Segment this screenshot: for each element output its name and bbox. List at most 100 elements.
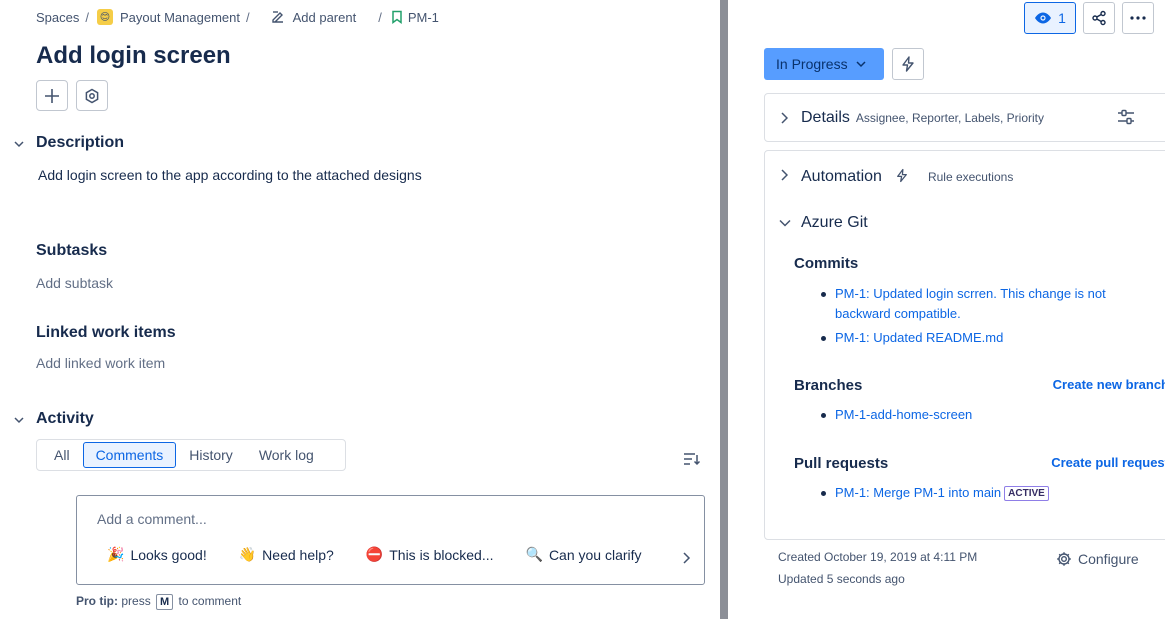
configure-button[interactable]: Configure (1056, 551, 1139, 567)
more-actions-button[interactable] (1122, 2, 1154, 34)
chevron-right-icon[interactable] (780, 169, 788, 181)
project-avatar-icon: 😊 (97, 9, 113, 25)
status-dropdown[interactable]: In Progress (764, 48, 884, 80)
automation-header[interactable]: Automation Rule executions (801, 166, 1013, 186)
lightning-icon (897, 168, 907, 183)
quick-replies: 🎉 Looks good! 👋 Need help? ⛔ This is blo… (107, 546, 674, 563)
waving-hand-icon: 👋 (238, 546, 257, 562)
azure-git-heading: Azure Git (801, 214, 868, 231)
configure-label: Configure (1078, 551, 1139, 567)
hexagon-icon (85, 88, 99, 103)
chevron-right-icon[interactable] (780, 112, 788, 124)
bookmark-icon (392, 10, 402, 24)
automation-actions-button[interactable] (892, 48, 924, 80)
automation-subtitle: Rule executions (927, 170, 1014, 184)
breadcrumb-project-label: Payout Management (120, 9, 240, 25)
subtasks-heading: Subtasks (36, 242, 108, 259)
watch-count: 1 (1058, 10, 1066, 26)
breadcrumb-separator: / (85, 9, 89, 25)
breadcrumb-spaces[interactable]: Spaces (36, 10, 79, 25)
quick-reply-label: Can you clarify (548, 546, 642, 563)
branches-list: PM-1-add-home-screen (821, 405, 1155, 425)
details-subtitle: Assignee, Reporter, Labels, Priority (855, 111, 1044, 125)
breadcrumb-separator: / (245, 9, 250, 25)
breadcrumb-add-parent[interactable]: Add parent (270, 9, 357, 25)
settings-sliders-icon[interactable] (1117, 109, 1135, 125)
breadcrumb-project[interactable]: 😊 Payout Management (97, 9, 240, 25)
details-panel[interactable]: Details Assignee, Reporter, Labels, Prio… (764, 93, 1165, 142)
create-pull-request-link[interactable]: Create pull request (1051, 455, 1165, 470)
quick-reply-label: Need help? (262, 546, 334, 563)
chevron-down-icon[interactable] (14, 139, 24, 149)
party-popper-icon: 🎉 (107, 546, 125, 562)
chevron-down-icon[interactable] (14, 415, 24, 425)
tab-all[interactable]: All (41, 442, 83, 468)
breadcrumb-issue-key[interactable]: PM-1 (390, 10, 439, 25)
pro-tip-label: Pro tip: (76, 594, 118, 608)
lightning-icon (902, 56, 914, 72)
updated-timestamp: Updated 5 seconds ago (778, 572, 905, 586)
more-icon (1130, 16, 1146, 20)
tab-history[interactable]: History (176, 442, 246, 468)
branch-link[interactable]: PM-1-add-home-screen (821, 405, 1155, 425)
magnifier-icon: 🔍 (525, 546, 543, 562)
share-button[interactable] (1083, 2, 1115, 34)
commits-list: PM-1: Updated login scrren. This change … (821, 284, 1155, 348)
tab-work-log[interactable]: Work log (246, 442, 327, 468)
gear-icon (1057, 552, 1071, 566)
pro-tip-pre: press (121, 594, 151, 608)
chevron-down-icon[interactable] (779, 219, 791, 227)
apps-button[interactable] (76, 80, 108, 111)
comment-editor[interactable]: Add a comment... 🎉 Looks good! 👋 Need he… (76, 495, 705, 585)
chevron-down-icon (856, 61, 866, 68)
quick-reply-clarify[interactable]: 🔍 Can you clarify (526, 546, 642, 563)
commits-heading: Commits (794, 255, 859, 272)
pr-status-badge: ACTIVE (1004, 486, 1049, 501)
share-icon (1092, 10, 1106, 26)
pro-tip-post: to comment (178, 594, 242, 608)
details-heading: Details (801, 109, 850, 126)
add-button[interactable] (36, 80, 68, 111)
pull-requests-list: PM-1: Merge PM-1 into main ACTIVE (821, 483, 1155, 503)
sort-icon[interactable] (683, 451, 701, 467)
pull-requests-heading: Pull requests (794, 455, 889, 472)
eye-icon (1035, 12, 1052, 24)
breadcrumb-issue-key-label: PM-1 (407, 9, 439, 25)
edit-icon (271, 11, 283, 23)
panel-resize-handle[interactable] (720, 0, 728, 619)
quick-replies-next-button[interactable] (671, 548, 701, 568)
description-heading: Description (36, 134, 125, 151)
commit-link[interactable]: PM-1: Updated README.md (821, 328, 1155, 348)
pull-request-item: PM-1: Merge PM-1 into main ACTIVE (821, 483, 1155, 503)
status-label: In Progress (776, 56, 848, 72)
quick-reply-label: Looks good! (130, 546, 207, 563)
commit-link[interactable]: PM-1: Updated login scrren. This change … (821, 284, 1155, 324)
linked-work-items-heading: Linked work items (36, 324, 176, 341)
description-text[interactable]: Add login screen to the app according to… (38, 167, 422, 183)
shortcut-key: M (156, 594, 174, 610)
automation-heading: Automation (801, 168, 882, 185)
activity-heading: Activity (36, 410, 94, 427)
azure-git-header[interactable]: Azure Git (801, 214, 868, 232)
watch-button[interactable]: 1 (1024, 2, 1076, 34)
issue-title[interactable]: Add login screen (36, 42, 231, 70)
activity-tabs: All Comments History Work log (36, 439, 346, 471)
plus-icon (45, 88, 59, 103)
breadcrumb: Spaces / 😊 Payout Management / Add paren… (36, 8, 439, 26)
breadcrumb-add-parent-label: Add parent (292, 9, 357, 25)
quick-reply-blocked[interactable]: ⛔ This is blocked... (366, 546, 494, 563)
pull-request-link[interactable]: PM-1: Merge PM-1 into main (835, 485, 1001, 500)
add-subtask-link[interactable]: Add subtask (36, 275, 113, 291)
quick-reply-need-help[interactable]: 👋 Need help? (239, 546, 334, 563)
branches-heading: Branches (794, 377, 863, 394)
quick-reply-label: This is blocked... (389, 546, 494, 563)
pro-tip: Pro tip: press M to comment (76, 594, 241, 610)
issue-sidebar: 1 In Progress Details Assignee, Reporter… (728, 0, 1165, 619)
quick-reply-looks-good[interactable]: 🎉 Looks good! (107, 546, 207, 563)
comment-placeholder[interactable]: Add a comment... (97, 511, 207, 527)
tab-comments[interactable]: Comments (82, 442, 177, 468)
create-branch-link[interactable]: Create new branch (1053, 377, 1165, 392)
breadcrumb-separator: / (378, 9, 382, 25)
add-linked-work-item-link[interactable]: Add linked work item (36, 355, 165, 371)
integrations-panel: Automation Rule executions Azure Git Com… (764, 150, 1165, 540)
